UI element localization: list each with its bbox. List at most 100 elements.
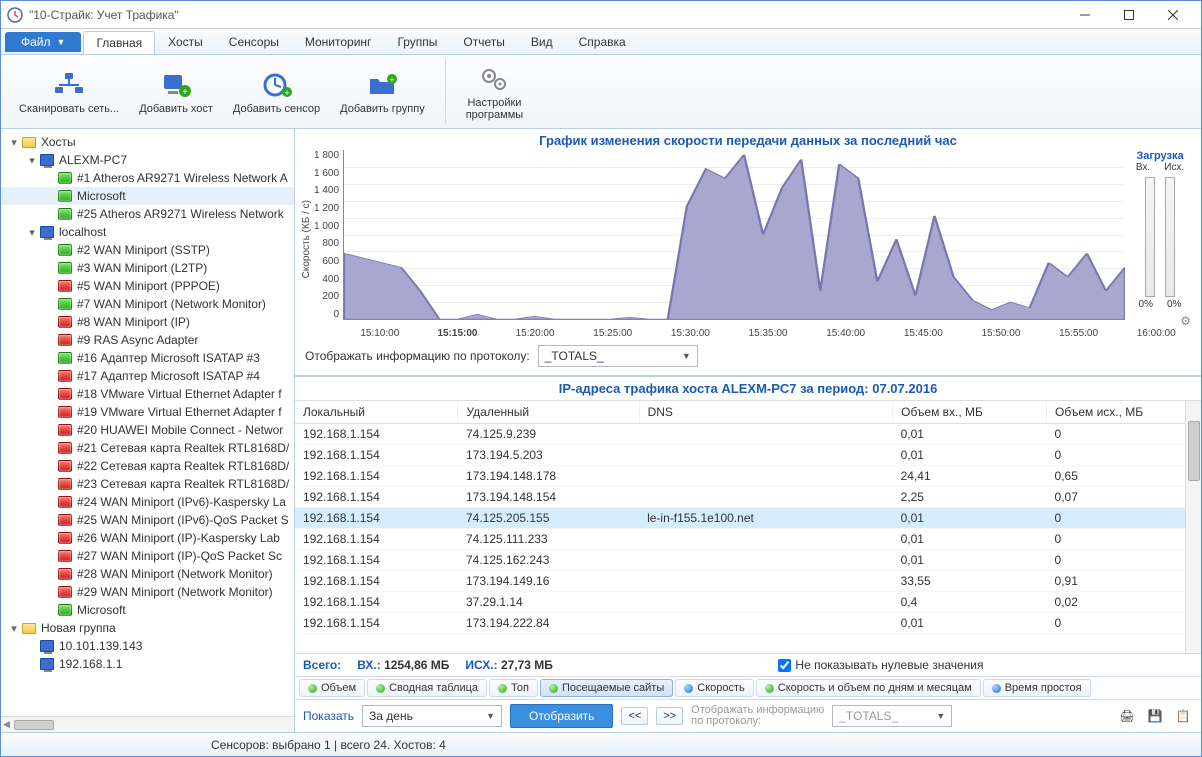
expand-icon[interactable]: ▾ — [7, 622, 21, 635]
tree-node[interactable]: #22 Сетевая карта Realtek RTL8168D/ — [1, 457, 294, 475]
tree-node[interactable]: Microsoft — [1, 187, 294, 205]
tree-node[interactable]: #9 RAS Async Adapter — [1, 331, 294, 349]
menu-tab-6[interactable]: Вид — [518, 30, 566, 53]
tree-node[interactable]: #17 Адаптер Microsoft ISATAP #4 — [1, 367, 294, 385]
minimize-button[interactable] — [1063, 1, 1107, 29]
tree-node[interactable]: #2 WAN Miniport (SSTP) — [1, 241, 294, 259]
settings-button[interactable]: Настройкипрограммы — [456, 59, 533, 124]
tree-node[interactable]: #23 Сетевая карта Realtek RTL8168D/ — [1, 475, 294, 493]
menu-tab-2[interactable]: Сенсоры — [216, 30, 292, 53]
save-icon[interactable]: 💾 — [1145, 706, 1165, 726]
expand-icon[interactable]: ▾ — [25, 226, 39, 239]
gear-icon[interactable]: ⚙ — [1125, 314, 1195, 328]
chart-plot[interactable] — [343, 150, 1125, 320]
table-row[interactable]: 192.168.1.15437.29.1.140,40,02 — [295, 592, 1201, 613]
menu-tab-0[interactable]: Главная — [83, 31, 155, 54]
expand-icon[interactable]: ▾ — [7, 136, 21, 149]
prev-button[interactable]: << — [621, 707, 648, 725]
totals-label: Всего: — [303, 658, 341, 672]
tree-node[interactable]: 192.168.1.1 — [1, 655, 294, 673]
tree-node[interactable]: #5 WAN Miniport (PPPOE) — [1, 277, 294, 295]
tree-node[interactable]: ▾localhost — [1, 223, 294, 241]
next-button[interactable]: >> — [656, 707, 683, 725]
close-button[interactable] — [1151, 1, 1195, 29]
tree-node[interactable]: 10.101.139.143 — [1, 637, 294, 655]
col-header[interactable]: Удаленный — [458, 401, 639, 424]
table-vscrollbar[interactable] — [1185, 401, 1201, 653]
table-row[interactable]: 192.168.1.15474.125.205.155le-in-f155.1e… — [295, 508, 1201, 529]
node-icon — [39, 224, 55, 240]
file-menu[interactable]: Файл ▼ — [5, 32, 81, 52]
status-dot-icon — [684, 684, 693, 693]
tree-node[interactable]: #8 WAN Miniport (IP) — [1, 313, 294, 331]
totals-out-label: ИСХ.: — [465, 658, 497, 672]
svg-text:+: + — [284, 88, 289, 98]
menubar: Файл ▼ ГлавнаяХостыСенсорыМониторингГруп… — [1, 29, 1201, 55]
bottom-tab[interactable]: Скорость — [675, 679, 754, 697]
tree-node[interactable]: ▾Хосты — [1, 133, 294, 151]
tree-node[interactable]: #18 VMware Virtual Ethernet Adapter f — [1, 385, 294, 403]
col-header[interactable]: Локальный — [295, 401, 458, 424]
ip-table[interactable]: ЛокальныйУдаленныйDNSОбъем вх., МБОбъем … — [295, 401, 1201, 634]
tree-node[interactable]: #21 Сетевая карта Realtek RTL8168D/ — [1, 439, 294, 457]
col-header[interactable]: DNS — [639, 401, 893, 424]
col-header[interactable]: Объем исх., МБ — [1047, 401, 1201, 424]
protocol-filter-label: Отображать информацию по протоколу: — [305, 349, 530, 363]
filter-proto-combo[interactable]: _TOTALS_ ▼ — [832, 705, 952, 727]
scan-network-button[interactable]: Сканировать сеть... — [9, 59, 129, 124]
display-button[interactable]: Отобразить — [510, 704, 613, 728]
add-sensor-button[interactable]: +Добавить сенсор — [223, 59, 330, 124]
tree-node[interactable]: #25 Atheros AR9271 Wireless Network — [1, 205, 294, 223]
menu-tab-4[interactable]: Группы — [384, 30, 450, 53]
tree-node[interactable]: #16 Адаптер Microsoft ISATAP #3 — [1, 349, 294, 367]
table-row[interactable]: 192.168.1.154173.194.149.1633,550,91 — [295, 571, 1201, 592]
add-host-button[interactable]: +Добавить хост — [129, 59, 223, 124]
bottom-tab[interactable]: Объем — [299, 679, 365, 697]
col-header[interactable]: Объем вх., МБ — [893, 401, 1047, 424]
table-row[interactable]: 192.168.1.154173.194.148.1542,250,07 — [295, 487, 1201, 508]
bottom-tab[interactable]: Посещаемые сайты — [540, 679, 673, 697]
tree-node[interactable]: #19 VMware Virtual Ethernet Adapter f — [1, 403, 294, 421]
tree-node[interactable]: #27 WAN Miniport (IP)-QoS Packet Sc — [1, 547, 294, 565]
add-group-button[interactable]: +Добавить группу — [330, 59, 435, 124]
table-row[interactable]: 192.168.1.15474.125.162.2430,010 — [295, 550, 1201, 571]
table-row[interactable]: 192.168.1.15474.125.111.2330,010 — [295, 529, 1201, 550]
copy-icon[interactable]: 📋 — [1173, 706, 1193, 726]
tree-node[interactable]: #28 WAN Miniport (Network Monitor) — [1, 565, 294, 583]
bottom-tab[interactable]: Время простоя — [983, 679, 1091, 697]
chart-panel: График изменения скорости передачи данны… — [295, 129, 1201, 376]
tree-node[interactable]: #1 Atheros AR9271 Wireless Network A — [1, 169, 294, 187]
tree-node[interactable]: #24 WAN Miniport (IPv6)-Kaspersky La — [1, 493, 294, 511]
menu-tab-1[interactable]: Хосты — [155, 30, 216, 53]
host-tree[interactable]: ▾Хосты▾ALEXM-PC7#1 Atheros AR9271 Wirele… — [1, 129, 294, 716]
add-host-icon: + — [160, 69, 192, 101]
bottom-tab[interactable]: Сводная таблица — [367, 679, 487, 697]
tree-node[interactable]: ▾ALEXM-PC7 — [1, 151, 294, 169]
tree-node[interactable]: ▾Новая группа — [1, 619, 294, 637]
table-row[interactable]: 192.168.1.154173.194.148.17824,410,65 — [295, 466, 1201, 487]
menu-tab-5[interactable]: Отчеты — [450, 30, 517, 53]
table-row[interactable]: 192.168.1.154173.194.5.2030,010 — [295, 445, 1201, 466]
add-sensor-icon: + — [261, 69, 293, 101]
tree-node[interactable]: #29 WAN Miniport (Network Monitor) — [1, 583, 294, 601]
bottom-tab[interactable]: Скорость и объем по дням и месяцам — [756, 679, 981, 697]
protocol-combo[interactable]: _TOTALS_ ▼ — [538, 345, 698, 367]
expand-icon[interactable]: ▾ — [25, 154, 39, 167]
table-row[interactable]: 192.168.1.15474.125.9.2390,010 — [295, 424, 1201, 445]
node-icon — [57, 332, 73, 348]
bottom-tab[interactable]: Топ — [489, 679, 538, 697]
maximize-button[interactable] — [1107, 1, 1151, 29]
tree-node[interactable]: #7 WAN Miniport (Network Monitor) — [1, 295, 294, 313]
tree-node[interactable]: #26 WAN Miniport (IP)-Kaspersky Lab — [1, 529, 294, 547]
print-icon[interactable]: 🖨 — [1117, 706, 1137, 726]
menu-tab-3[interactable]: Мониторинг — [292, 30, 385, 53]
menu-tab-7[interactable]: Справка — [566, 30, 639, 53]
table-row[interactable]: 192.168.1.154173.194.222.840,010 — [295, 613, 1201, 634]
period-combo[interactable]: За день ▼ — [362, 705, 502, 727]
hide-zero-checkbox[interactable]: Не показывать нулевые значения — [778, 658, 983, 672]
sidebar-hscrollbar[interactable]: ◀ — [1, 716, 294, 732]
tree-node[interactable]: Microsoft — [1, 601, 294, 619]
tree-node[interactable]: #3 WAN Miniport (L2TP) — [1, 259, 294, 277]
tree-node[interactable]: #25 WAN Miniport (IPv6)-QoS Packet S — [1, 511, 294, 529]
tree-node[interactable]: #20 HUAWEI Mobile Connect - Networ — [1, 421, 294, 439]
